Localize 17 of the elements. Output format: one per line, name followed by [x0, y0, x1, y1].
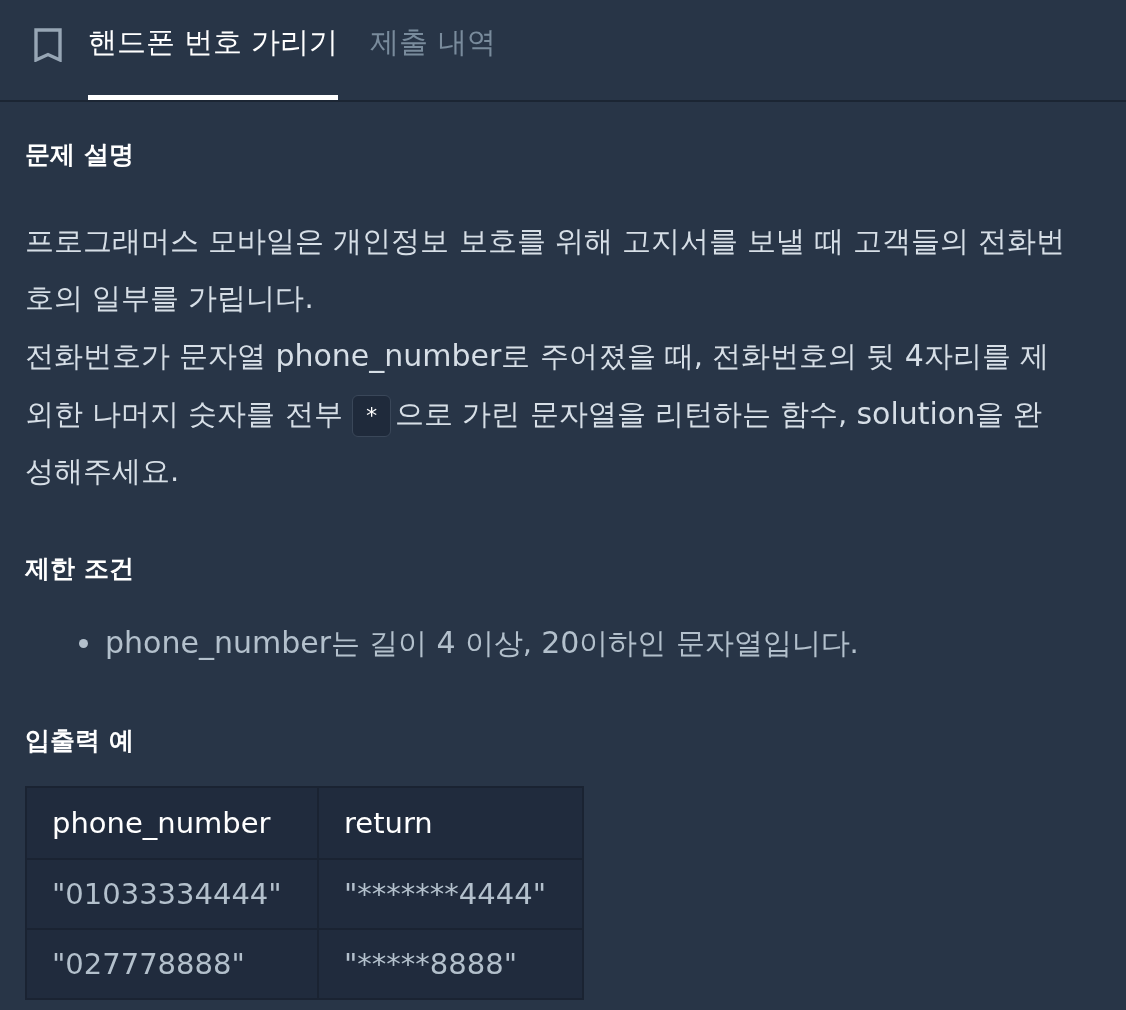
tab[interactable]: 핸드폰 번호 가리기: [88, 0, 339, 100]
table-cell: "027778888": [26, 929, 318, 999]
inline-code: *: [351, 395, 392, 437]
table-cell: "*******4444": [318, 859, 583, 929]
description-text: 프로그래머스 모바일은 개인정보 보호를 위해 고지서를 보낼 때 고객들의 전화번호의 일부를 가립니다.: [25, 223, 1066, 317]
description-text: 전화번호가 문자열 phone_number로 주어졌을 때, 전화번호의 뒷 4자리를 제외한 나머지 숫자를 전부 * 으로 가린 문자열을 리턴하는 함수, solution을 완성해주세요.: [25, 337, 1051, 490]
section-heading: 제한 조건: [25, 553, 135, 585]
bookmark-icon[interactable]: [34, 28, 62, 62]
column-header: phone_number: [26, 787, 318, 859]
constraint-text: phone_number는 길이 4 이상, 20이하인 문자열입니다.: [105, 624, 859, 662]
table-cell: "*****8888": [318, 929, 583, 999]
tab[interactable]: 제출 내역: [370, 0, 496, 100]
bullet-icon: [79, 638, 88, 648]
column-header: return: [318, 787, 583, 859]
section-heading: 입출력 예: [25, 725, 135, 757]
section-heading: 문제 설명: [25, 139, 135, 171]
table-cell: "01033334444": [26, 859, 318, 929]
